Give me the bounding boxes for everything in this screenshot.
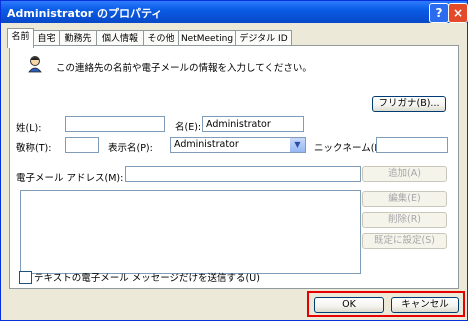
first-name-label: 名(E): xyxy=(175,122,202,133)
display-name-select[interactable]: Administrator ▼ xyxy=(170,137,306,153)
contact-person-icon xyxy=(28,56,42,73)
close-button[interactable]: × xyxy=(448,3,468,23)
tab-name[interactable]: 名前 xyxy=(7,28,34,48)
delete-email-button[interactable]: 削除(R) xyxy=(362,212,447,228)
set-default-button[interactable]: 既定に設定(S) xyxy=(362,233,447,249)
properties-dialog: Administrator のプロパティ ? × 名前 自宅 勤務先 個人情報 … xyxy=(0,0,468,321)
first-name-input[interactable]: Administrator xyxy=(202,116,304,132)
last-name-input[interactable] xyxy=(65,116,165,132)
display-name-value: Administrator xyxy=(174,139,239,150)
text-only-checkbox[interactable] xyxy=(19,271,32,284)
furigana-button[interactable]: フリガナ(B)... xyxy=(372,96,446,112)
highlight-box xyxy=(307,291,465,317)
edit-email-button[interactable]: 編集(E) xyxy=(362,191,447,207)
chevron-down-icon[interactable]: ▼ xyxy=(290,138,305,152)
help-button[interactable]: ? xyxy=(429,3,449,23)
tab-panel: この連絡先の名前や電子メールの情報を入力してください。 フリガナ(B)... 姓… xyxy=(9,45,459,289)
intro-text: この連絡先の名前や電子メールの情報を入力してください。 xyxy=(56,63,312,74)
title-bar: Administrator のプロパティ ? × xyxy=(1,1,468,23)
nickname-input[interactable] xyxy=(376,137,448,153)
email-label: 電子メール アドレス(M): xyxy=(16,173,124,184)
title-input[interactable] xyxy=(65,137,99,153)
add-email-button[interactable]: 追加(A) xyxy=(362,166,447,182)
display-name-label: 表示名(P): xyxy=(108,143,153,154)
email-input[interactable] xyxy=(125,166,361,182)
window-title: Administrator のプロパティ xyxy=(7,7,163,20)
email-list[interactable] xyxy=(20,190,361,274)
title-label: 敬称(T): xyxy=(16,143,52,154)
last-name-label: 姓(L): xyxy=(16,123,42,134)
text-only-label: テキストの電子メール メッセージだけを送信する(U) xyxy=(34,273,260,284)
